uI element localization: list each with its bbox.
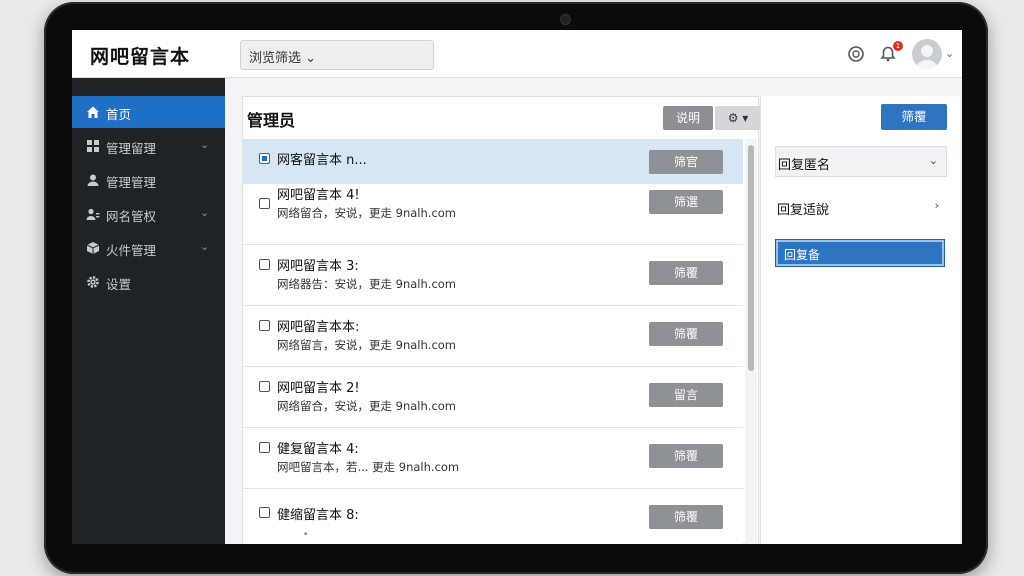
message-title: 健缩留言本 8: [277, 508, 359, 523]
sidebar-item-home[interactable]: 首页 [72, 96, 225, 128]
row-action-button[interactable]: 筛覆 [649, 505, 723, 529]
message-title: 网吧留言本本: [277, 320, 360, 335]
list-item[interactable]: 网吧留言本 4! 网络留合，安说，更走 9nalh.com 筛選 [243, 184, 743, 245]
home-icon [86, 105, 100, 119]
help-icon[interactable] [844, 42, 868, 66]
message-list-panel: 管理员 说明 ⚙ ▾ 网客留言本 n... 筛官 网吧留言本 4! 网络留合，安… [242, 96, 761, 544]
row-checkbox[interactable] [259, 442, 270, 453]
reply-filter-dropdown[interactable]: 回复匿名 ⌄ [775, 146, 947, 177]
sidebar-item-label: 设置 [106, 277, 132, 292]
message-snippet: 网络器告：安说，更走 9nalh.com [277, 277, 457, 291]
sidebar-item-label: 网名管权 [106, 209, 157, 224]
message-snippet: 网络留合，安说，更走 9nalh.com [277, 206, 457, 220]
sidebar-item-label: 管理留理 [106, 141, 157, 156]
avatar[interactable] [912, 39, 942, 69]
chevron-right-icon: › [934, 199, 939, 212]
row-checkbox[interactable] [259, 259, 270, 270]
screen: 网吧留言本 浏览筛选 ⌄ 1 ⌄ 首页 管理留理 ⌄ 管理管理 网名管权 ⌄ 火… [72, 30, 962, 544]
users-icon [86, 207, 100, 221]
sidebar-item-label: 首页 [106, 107, 132, 122]
message-title: 网客留言本 n... [277, 153, 367, 168]
grid-icon [86, 139, 100, 153]
settings-dropdown-button[interactable]: ⚙ ▾ [715, 106, 761, 130]
camera-dot [561, 15, 570, 24]
chevron-down-icon: ⌄ [200, 138, 210, 151]
message-title: 健复留言本 4: [277, 442, 359, 457]
notification-badge: 1 [893, 41, 903, 51]
message-title: 网吧留言本 4! [277, 188, 360, 203]
user-icon [86, 173, 100, 187]
sidebar-item-permissions[interactable]: 网名管权 ⌄ [72, 198, 225, 230]
message-snippet: 网络留合，安说，更走 9nalh.com [277, 399, 457, 413]
top-bar: 网吧留言本 浏览筛选 ⌄ 1 ⌄ [72, 30, 962, 78]
list-item[interactable]: 网吧留言本 2! 网络留合，安说，更走 9nalh.com 留言 [243, 367, 743, 428]
chevron-down-icon: ⌄ [928, 154, 938, 167]
list-item[interactable]: 健复留言本 4: 网吧留言本，若... 更走 9nalh.com 筛覆 [243, 428, 743, 489]
row-action-button[interactable]: 筛覆 [649, 444, 723, 468]
message-snippet: 网络留言，安说，更走 9nalh.com [277, 338, 457, 352]
row-checkbox[interactable] [259, 153, 270, 164]
row-action-button[interactable]: 筛覆 [649, 322, 723, 346]
sidebar-item-label: 火件管理 [106, 243, 157, 258]
sidebar-item-label: 管理管理 [106, 175, 157, 190]
list-item[interactable]: 网客留言本 n... 筛官 [243, 139, 743, 184]
row-checkbox[interactable] [259, 320, 270, 331]
app-title: 网吧留言本 [90, 46, 191, 68]
dropdown-label: 回复匿名 [778, 158, 831, 173]
row-checkbox[interactable] [259, 507, 270, 518]
list-item[interactable]: 网吧留言本本: 网络留言，安说，更走 9nalh.com 筛覆 [243, 306, 743, 367]
message-list: 网客留言本 n... 筛官 网吧留言本 4! 网络留合，安说，更走 9nalh.… [243, 139, 743, 544]
list-item[interactable]: 健缩留言本 8: • 筛覆 [243, 489, 743, 544]
sidebar-item-admin[interactable]: 管理管理 [72, 164, 225, 196]
row-action-button[interactable]: 筛選 [649, 190, 723, 214]
reply-panel: 筛覆 回复匿名 ⌄ 回复适說 › 回复备 [760, 96, 960, 544]
sidebar-item-files[interactable]: 火件管理 ⌄ [72, 232, 225, 264]
scroll-thumb[interactable] [748, 145, 754, 371]
box-icon [86, 241, 100, 255]
row-checkbox[interactable] [259, 198, 270, 209]
sidebar-item-manage-messages[interactable]: 管理留理 ⌄ [72, 130, 225, 162]
list-scrollbar[interactable] [745, 139, 757, 544]
chevron-down-icon: ⌄ [200, 240, 210, 253]
reply-option-dropdown[interactable]: 回复适說 › [775, 192, 947, 223]
gear-icon [86, 275, 100, 289]
sidebar-item-settings[interactable]: 设置 [72, 266, 225, 298]
row-action-button[interactable]: 留言 [649, 383, 723, 407]
reply-selected-item[interactable]: 回复备 [775, 239, 945, 267]
message-title: 网吧留言本 3: [277, 259, 359, 274]
row-action-button[interactable]: 筛覆 [649, 261, 723, 285]
sidebar: 首页 管理留理 ⌄ 管理管理 网名管权 ⌄ 火件管理 ⌄ 设置 [72, 78, 225, 544]
info-button[interactable]: 说明 [663, 106, 713, 130]
page-title: 管理员 [247, 111, 296, 130]
row-action-button[interactable]: 筛官 [649, 150, 723, 174]
list-item[interactable]: 网吧留言本 3: 网络器告：安说，更走 9nalh.com 筛覆 [243, 245, 743, 306]
row-marker-icon: • [303, 530, 309, 540]
dropdown-label: 回复适說 [777, 203, 830, 218]
search-dropdown[interactable]: 浏览筛选 ⌄ [240, 40, 434, 70]
row-checkbox[interactable] [259, 381, 270, 392]
message-snippet: 网吧留言本，若... 更走 9nalh.com [277, 460, 460, 474]
reply-primary-button[interactable]: 筛覆 [881, 104, 947, 130]
account-caret-icon[interactable]: ⌄ [945, 47, 954, 60]
message-title: 网吧留言本 2! [277, 381, 360, 396]
chevron-down-icon: ⌄ [200, 206, 210, 219]
